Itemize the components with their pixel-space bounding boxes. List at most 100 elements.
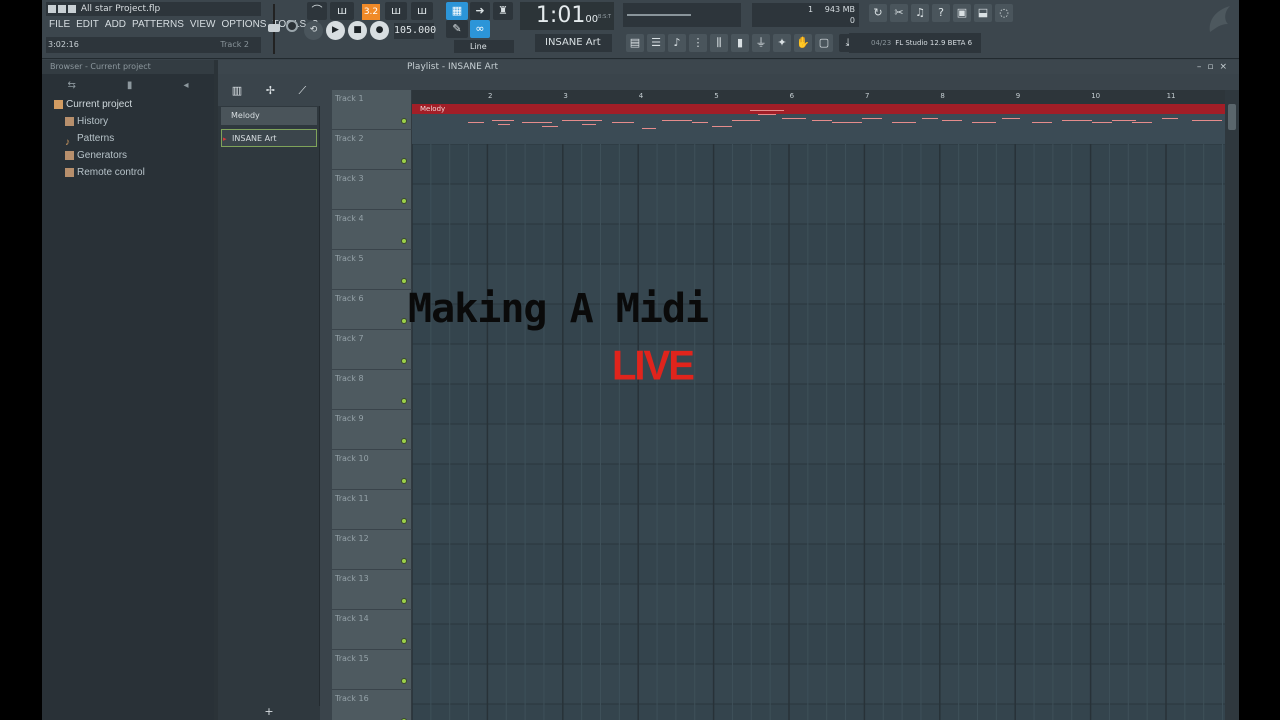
touch-keyboard-icon[interactable]: ✋ (794, 34, 812, 52)
midi-note (712, 126, 732, 127)
undo-icon[interactable]: ↻ (869, 4, 887, 22)
channel-rack-icon[interactable]: ⋮ (689, 34, 707, 52)
playlist-window-buttons[interactable]: –▫× (1197, 60, 1233, 74)
track-mute-led-icon[interactable] (401, 598, 407, 604)
playlist-window-icon[interactable]: ▤ (626, 34, 644, 52)
window-restore-icon[interactable] (58, 4, 66, 13)
record-button[interactable]: ● (370, 21, 389, 40)
collapse-icon[interactable]: ⇆ (68, 80, 76, 91)
step-sequencer-icon[interactable]: ☰ (647, 34, 665, 52)
track-mute-led-icon[interactable] (401, 398, 407, 404)
speaker-icon[interactable]: ◂ (183, 80, 188, 91)
menu-patterns[interactable]: PATTERNS (129, 18, 187, 32)
pattern-mode-icon[interactable]: ш (330, 2, 354, 20)
step-edit-icon[interactable]: ш (385, 2, 407, 20)
piano-roll-icon[interactable]: ♪ (668, 34, 686, 52)
automation-icon[interactable]: ⟋ (298, 84, 306, 104)
track-header[interactable]: Track 5 (332, 250, 412, 290)
cut-icon[interactable]: ✂ (890, 4, 908, 22)
video-icon[interactable]: ▢ (815, 34, 833, 52)
picker-item-insane-art[interactable]: ▸ INSANE Art (221, 129, 317, 147)
master-volume-slider[interactable] (267, 4, 281, 54)
menu-file[interactable]: FILE (46, 18, 73, 32)
save-icon[interactable]: ▣ (953, 4, 971, 22)
browser-icon[interactable]: ▮ (731, 34, 749, 52)
track-mute-led-icon[interactable] (401, 198, 407, 204)
volume-knob-icon[interactable] (268, 24, 280, 32)
track-header[interactable]: Track 1 (332, 90, 412, 130)
piano-icon[interactable]: ▥ (232, 84, 242, 104)
menu-add[interactable]: ADD (102, 18, 129, 32)
tree-item-patterns[interactable]: ♪ Patterns (42, 130, 214, 148)
track-header[interactable]: Track 7 (332, 330, 412, 370)
melody-clip[interactable]: Melody (412, 104, 1225, 144)
microphone-icon[interactable]: ♫ (911, 4, 929, 22)
arrow-right-icon[interactable]: ➜ (470, 2, 490, 20)
master-pitch-knob[interactable] (286, 20, 298, 32)
track-mute-led-icon[interactable] (401, 518, 407, 524)
track-header[interactable]: Track 16 (332, 690, 412, 720)
timeline-ruler[interactable]: 2 3 4 5 6 7 8 9 10 11 (412, 90, 1225, 104)
window-close-icon[interactable] (68, 4, 76, 13)
tree-root-current-project[interactable]: Current project (42, 96, 214, 113)
tree-item-remote-control[interactable]: Remote control (42, 164, 214, 181)
track-header[interactable]: Track 10 (332, 450, 412, 490)
picker-item-melody[interactable]: Melody (221, 107, 317, 125)
window-min-icon[interactable] (48, 4, 56, 13)
snap-selector[interactable]: Line (454, 40, 514, 53)
metronome-icon[interactable]: ш (411, 2, 433, 20)
pencil-icon[interactable]: ✎ (446, 20, 468, 38)
tempo-display[interactable]: 105.000 (394, 23, 436, 39)
tempo-tapper-icon[interactable]: ✦ (773, 34, 791, 52)
menu-view[interactable]: VIEW (187, 18, 219, 32)
track-mute-led-icon[interactable] (401, 358, 407, 364)
add-pattern-button[interactable]: + (218, 706, 320, 720)
midi-note (832, 122, 862, 123)
track-header[interactable]: Track 9 (332, 410, 412, 450)
plugin-icon[interactable]: ⏚ (752, 34, 770, 52)
news-panel[interactable]: 04/23 FL Studio 12.9 BETA 6 (849, 33, 981, 53)
playlist-vertical-scrollbar[interactable] (1225, 90, 1239, 720)
track-mute-led-icon[interactable] (401, 158, 407, 164)
pattern-selector[interactable]: INSANE Art (535, 34, 612, 52)
track-mute-led-icon[interactable] (401, 478, 407, 484)
pattern-song-toggle-icon[interactable]: ⌒ (307, 2, 327, 20)
audio-clip-icon[interactable]: ✢ (266, 84, 275, 104)
tree-item-history[interactable]: History (42, 113, 214, 130)
track-header[interactable]: Track 8 (332, 370, 412, 410)
track-mute-led-icon[interactable] (401, 278, 407, 284)
track-header[interactable]: Track 6 (332, 290, 412, 330)
track-header[interactable]: Track 14 (332, 610, 412, 650)
track-header[interactable]: Track 13 (332, 570, 412, 610)
track-mute-led-icon[interactable] (401, 678, 407, 684)
track-mute-led-icon[interactable] (401, 118, 407, 124)
render-icon[interactable]: ⬓ (974, 4, 992, 22)
link-icon[interactable]: ∞ (470, 20, 490, 38)
help-icon[interactable]: ? (932, 4, 950, 22)
track-header[interactable]: Track 11 (332, 490, 412, 530)
menu-options[interactable]: OPTIONS (218, 18, 269, 32)
track-header[interactable]: Track 3 (332, 170, 412, 210)
folder-icon[interactable]: ▮ (127, 80, 133, 91)
stop-button[interactable]: ■ (348, 21, 367, 40)
track-header[interactable]: Track 4 (332, 210, 412, 250)
menu-edit[interactable]: EDIT (73, 18, 102, 32)
typing-keyboard-icon[interactable]: ▦ (446, 2, 468, 20)
track-header[interactable]: Track 2 (332, 130, 412, 170)
play-button[interactable]: ▶ (326, 21, 345, 40)
track-mute-led-icon[interactable] (401, 558, 407, 564)
track-mute-led-icon[interactable] (401, 438, 407, 444)
track-mute-led-icon[interactable] (401, 638, 407, 644)
pattern-mode-indicator[interactable]: 3.2 (362, 4, 380, 20)
track-mute-led-icon[interactable] (401, 238, 407, 244)
blend-notes-icon[interactable]: ♜ (493, 2, 513, 20)
mixer-icon[interactable]: ⫼ (710, 34, 728, 52)
playlist-grid[interactable] (412, 104, 1225, 720)
track-mute-led-icon[interactable] (401, 318, 407, 324)
track-header[interactable]: Track 15 (332, 650, 412, 690)
midi-note (1062, 120, 1092, 121)
tree-item-generators[interactable]: Generators (42, 147, 214, 164)
loop-icon[interactable]: ⟲ (304, 21, 323, 40)
chat-icon[interactable]: ◌ (995, 4, 1013, 22)
track-header[interactable]: Track 12 (332, 530, 412, 570)
